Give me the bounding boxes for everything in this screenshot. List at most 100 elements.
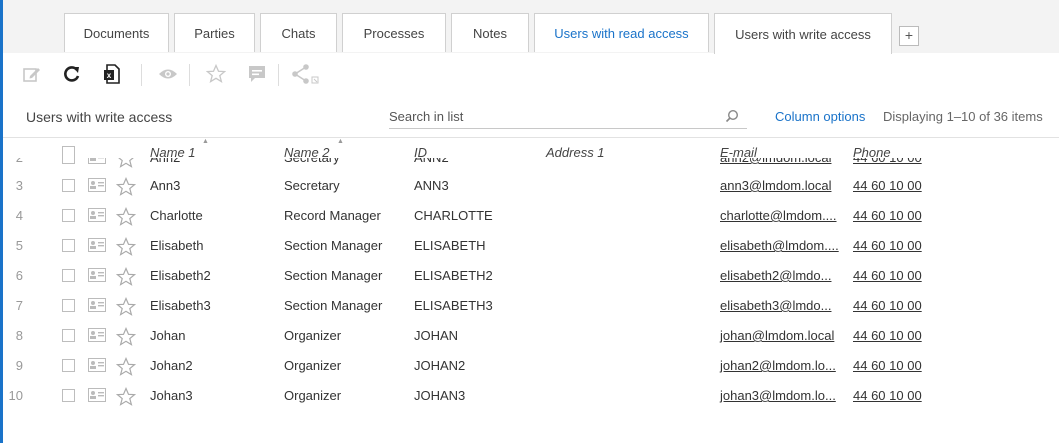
contact-card-icon[interactable] [88, 158, 106, 167]
contact-card-icon[interactable] [88, 238, 106, 255]
contact-card-icon[interactable] [88, 208, 106, 225]
contact-card-icon[interactable] [88, 358, 106, 375]
top-strip [3, 0, 1059, 13]
list-title: Users with write access [26, 109, 173, 125]
cell-name1: Elisabeth [150, 238, 204, 253]
row-number: 9 [15, 358, 23, 373]
favorite-star-icon[interactable] [115, 386, 137, 410]
cell-id: ELISABETH3 [414, 298, 493, 313]
table-row[interactable]: 8 Johan Organizer JOHAN johan@lmdom.loca… [3, 321, 1059, 351]
cell-name1: Elisabeth3 [150, 298, 211, 313]
cell-phone-link[interactable]: 44 60 10 00 [853, 321, 922, 351]
row-number: 5 [15, 238, 23, 253]
cell-id: CHARLOTTE [414, 208, 493, 223]
row-checkbox[interactable] [62, 269, 75, 282]
favorite-star-icon[interactable] [203, 61, 229, 87]
cell-phone-link[interactable]: 44 60 10 00 [853, 231, 922, 261]
table-row[interactable]: 9 Johan2 Organizer JOHAN2 johan2@lmdom.l… [3, 351, 1059, 381]
contact-card-icon[interactable] [88, 178, 106, 195]
table-row[interactable]: 4 Charlotte Record Manager CHARLOTTE cha… [3, 201, 1059, 231]
row-checkbox[interactable] [62, 359, 75, 372]
cell-email-link[interactable]: elisabeth2@lmdo... [720, 261, 831, 291]
cell-name2: Section Manager [284, 238, 383, 253]
favorite-star-icon[interactable] [115, 356, 137, 380]
tab-users-read-access[interactable]: Users with read access [534, 13, 709, 52]
table-row[interactable]: 6 Elisabeth2 Section Manager ELISABETH2 … [3, 261, 1059, 291]
cell-name2: Secretary [284, 178, 340, 193]
tab-notes[interactable]: Notes [451, 13, 529, 52]
contact-card-icon[interactable] [88, 268, 106, 285]
tab-processes[interactable]: Processes [342, 13, 446, 52]
table-row[interactable]: 5 Elisabeth Section Manager ELISABETH el… [3, 231, 1059, 261]
toolbar-separator [189, 64, 190, 86]
row-checkbox[interactable] [62, 158, 75, 164]
favorite-star-icon[interactable] [115, 206, 137, 230]
row-checkbox[interactable] [62, 179, 75, 192]
row-number: 7 [15, 298, 23, 313]
favorite-star-icon[interactable] [115, 296, 137, 320]
favorite-star-icon[interactable] [115, 266, 137, 290]
cell-id: JOHAN2 [414, 358, 466, 373]
tab-users-write-access[interactable]: Users with write access [714, 13, 892, 54]
tab-label: Parties [194, 25, 235, 41]
cell-email-link[interactable]: johan3@lmdom.lo... [720, 381, 836, 411]
refresh-icon[interactable] [59, 61, 85, 87]
cell-phone-link[interactable]: 44 60 10 00 [853, 201, 922, 231]
cell-email-link[interactable]: charlotte@lmdom.... [720, 201, 837, 231]
tab-label: Users with read access [554, 25, 689, 41]
cell-id: ANN3 [414, 178, 449, 193]
favorite-star-icon[interactable] [115, 236, 137, 260]
cell-name2: Organizer [284, 388, 342, 403]
cell-name1: Ann3 [150, 178, 181, 193]
cell-phone-link[interactable]: 44 60 10 00 [853, 171, 922, 201]
tab-label: Documents [83, 25, 150, 41]
cell-name1: Johan2 [150, 358, 193, 373]
cell-name2: Section Manager [284, 298, 383, 313]
row-checkbox[interactable] [62, 329, 75, 342]
list-header: Users with write access Search in list C… [3, 97, 1059, 138]
column-options-link[interactable]: Column options [775, 109, 865, 124]
share-icon[interactable] [290, 61, 322, 87]
cell-phone-link[interactable]: 44 60 10 00 [853, 261, 922, 291]
tab-parties[interactable]: Parties [174, 13, 255, 52]
tab-label: Processes [363, 25, 425, 41]
row-checkbox[interactable] [62, 389, 75, 402]
comment-icon[interactable] [244, 61, 270, 87]
row-checkbox[interactable] [62, 209, 75, 222]
cell-phone-link[interactable]: 44 60 10 00 [853, 381, 922, 411]
tab-label: Chats [281, 25, 316, 41]
cell-phone-link[interactable]: 44 60 10 00 [853, 291, 922, 321]
table-row[interactable]: 10 Johan3 Organizer JOHAN3 johan3@lmdom.… [3, 381, 1059, 411]
row-checkbox[interactable] [62, 299, 75, 312]
edit-icon[interactable] [19, 61, 45, 87]
cell-email-link[interactable]: ann3@lmdom.local [720, 171, 831, 201]
cell-name1: Charlotte [150, 208, 203, 223]
view-icon[interactable] [155, 61, 181, 87]
favorite-star-icon[interactable] [115, 176, 137, 200]
row-checkbox[interactable] [62, 239, 75, 252]
cell-id: ELISABETH [414, 238, 486, 253]
cell-email-link[interactable]: johan2@lmdom.lo... [720, 351, 836, 381]
tab-label: Users with write access [735, 26, 871, 42]
cell-name1: Johan [150, 328, 186, 343]
contact-card-icon[interactable] [88, 388, 106, 405]
cell-phone-link[interactable]: 44 60 10 00 [853, 351, 922, 381]
tab-chats[interactable]: Chats [260, 13, 337, 52]
table-row[interactable]: 3 Ann3 Secretary ANN3 ann3@lmdom.local 4… [3, 171, 1059, 201]
contact-card-icon[interactable] [88, 298, 106, 315]
row-number: 4 [15, 208, 23, 223]
favorite-star-icon[interactable] [116, 158, 136, 172]
search-input[interactable]: Search in list [389, 109, 463, 124]
favorite-star-icon[interactable] [115, 326, 137, 350]
excel-export-icon[interactable]: x [99, 61, 125, 87]
cell-email-link[interactable]: elisabeth@lmdom.... [720, 231, 839, 261]
contact-card-icon[interactable] [88, 328, 106, 345]
table-row[interactable]: 7 Elisabeth3 Section Manager ELISABETH3 … [3, 291, 1059, 321]
search-icon[interactable] [725, 109, 739, 128]
cell-id: ELISABETH2 [414, 268, 493, 283]
cell-name2: Section Manager [284, 268, 383, 283]
tab-documents[interactable]: Documents [64, 13, 169, 52]
add-tab-button[interactable]: + [899, 26, 919, 46]
cell-email-link[interactable]: johan@lmdom.local [720, 321, 834, 351]
cell-email-link[interactable]: elisabeth3@lmdo... [720, 291, 831, 321]
